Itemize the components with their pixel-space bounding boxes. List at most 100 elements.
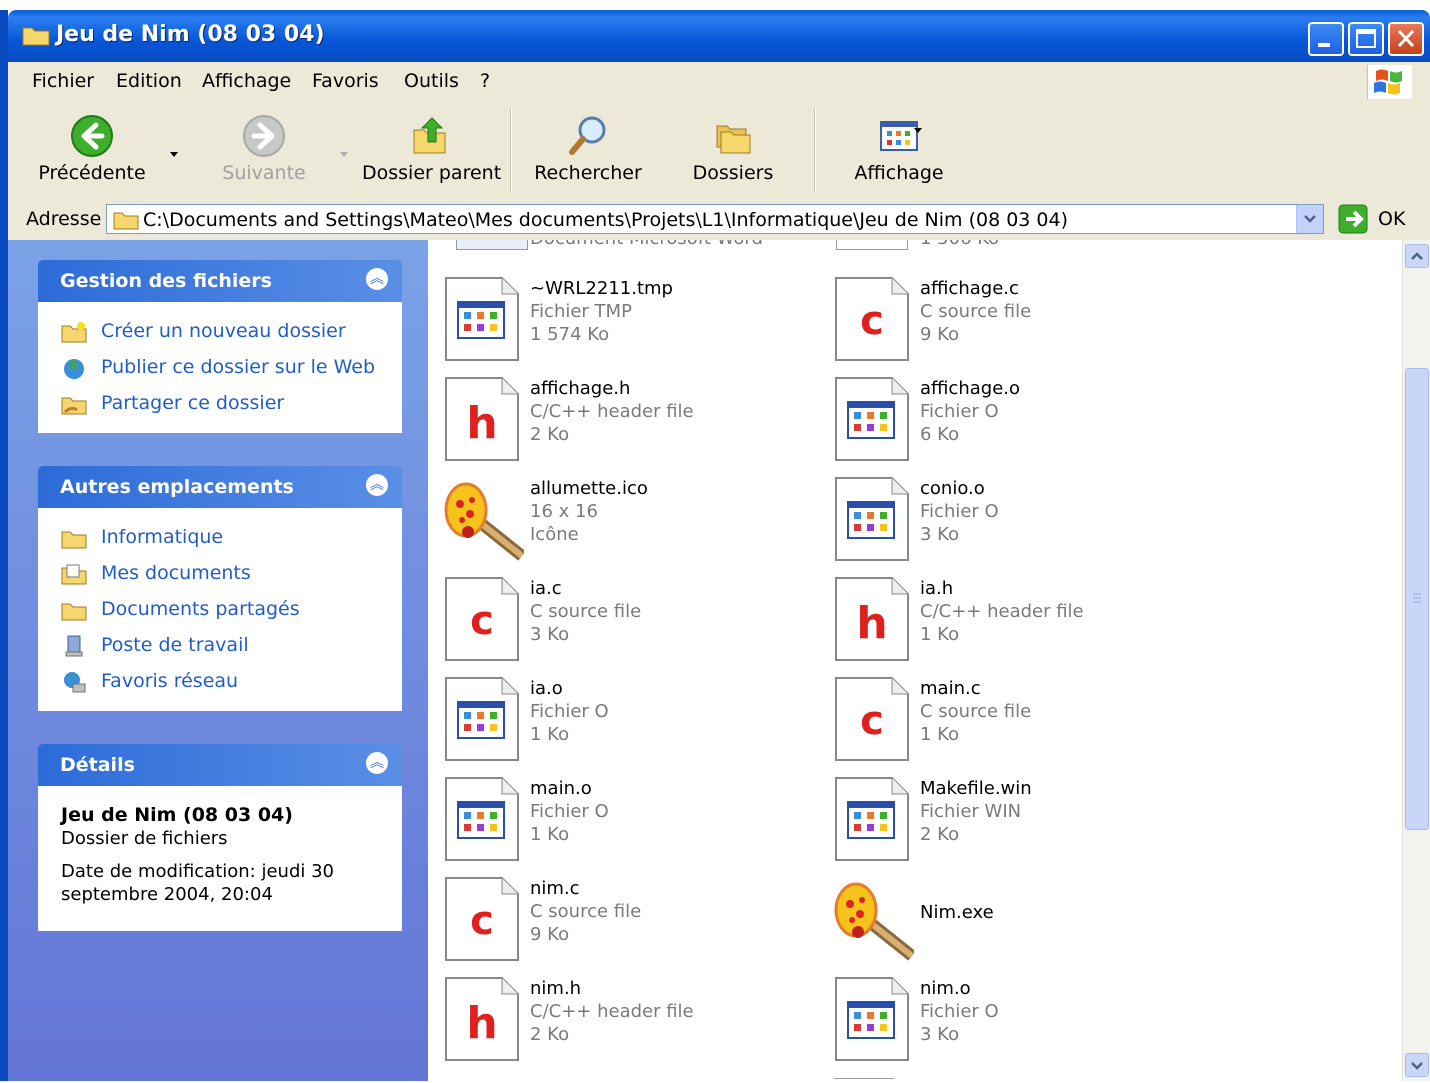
folders-button[interactable]: Dossiers	[688, 100, 778, 198]
collapse-chevron-icon[interactable]: ︽	[366, 268, 388, 290]
header-file-icon: h	[442, 976, 524, 1062]
minimize-button[interactable]	[1308, 22, 1344, 56]
file-name: ia.h	[920, 578, 954, 599]
application-file-icon	[442, 776, 524, 862]
c-source-file-icon: c	[442, 576, 524, 662]
details-panel: Détails ︽ Jeu de Nim (08 03 04) Dossier …	[38, 744, 402, 931]
file-tasks-title: Gestion des fichiers	[60, 270, 272, 292]
address-input[interactable]: C:\Documents and Settings\Mateo\Mes docu…	[106, 204, 1324, 234]
go-button[interactable]: OK	[1338, 204, 1428, 234]
network-icon	[64, 672, 86, 693]
file-tasks-panel: Gestion des fichiers ︽ Créer un nouveau …	[38, 260, 402, 433]
menu-fichier[interactable]: Fichier	[32, 70, 94, 92]
file-name: conio.o	[920, 478, 985, 499]
file-name: main.o	[530, 778, 592, 799]
vertical-scrollbar[interactable]	[1402, 240, 1430, 1081]
scroll-thumb[interactable]	[1405, 368, 1429, 830]
other-places-header[interactable]: Autres emplacements ︽	[38, 466, 402, 508]
file-item[interactable]: Makefile.win Fichier WIN 2 Ko	[818, 774, 1208, 874]
file-item[interactable]: c ia.c C source file 3 Ko	[428, 574, 818, 674]
file-size: 3 Ko	[920, 524, 960, 545]
file-type: C source file	[920, 301, 1032, 322]
close-button[interactable]	[1388, 22, 1424, 56]
back-button[interactable]: Précédente	[30, 100, 154, 198]
place-poste-de-travail[interactable]: Poste de travail	[39, 628, 401, 664]
place-label: Poste de travail	[101, 634, 249, 656]
file-name: ~WRL2211.tmp	[530, 278, 673, 299]
details-title: Détails	[60, 754, 135, 776]
place-informatique[interactable]: Informatique	[39, 520, 401, 556]
file-item[interactable]: ~WRL2211.tmp Fichier TMP 1 574 Ko	[428, 274, 818, 374]
forward-label: Suivante	[222, 162, 306, 184]
share-folder-icon	[61, 397, 87, 415]
window-border	[0, 10, 8, 1081]
chevron-down-icon	[1411, 1062, 1423, 1070]
menu-favoris[interactable]: Favoris	[312, 70, 379, 92]
details-header[interactable]: Détails ︽	[38, 744, 402, 786]
file-item[interactable]: conio.o Fichier O3 Ko	[818, 474, 1208, 574]
folders-icon	[716, 125, 751, 154]
file-item[interactable]: nim.o Fichier O3 Ko	[818, 974, 1208, 1074]
maximize-button[interactable]	[1348, 22, 1384, 56]
back-dropdown[interactable]	[168, 144, 180, 157]
file-item[interactable]: Nim.exe	[818, 874, 1208, 974]
file-item[interactable]: c nim.c C source file 9 Ko	[428, 874, 818, 974]
details-modified-line2: septembre 2004, 20:04	[61, 884, 273, 905]
application-file-icon	[832, 776, 914, 862]
forward-button[interactable]: Suivante	[204, 100, 324, 198]
collapse-chevron-icon[interactable]: ︽	[366, 752, 388, 774]
forward-dropdown[interactable]	[338, 144, 350, 157]
menu-outils[interactable]: Outils	[404, 70, 459, 92]
address-label: Adresse	[26, 208, 102, 230]
file-tasks-header[interactable]: Gestion des fichiers ︽	[38, 260, 402, 302]
new-folder-icon	[61, 322, 87, 343]
chevron-up-icon	[1411, 252, 1423, 260]
chevron-down-icon	[914, 128, 922, 133]
search-button[interactable]: Rechercher	[530, 100, 646, 198]
file-item[interactable]: c affichage.c C source file 9 Ko	[818, 274, 1208, 374]
file-item[interactable]: main.o Fichier O1 Ko	[428, 774, 818, 874]
title-bar[interactable]: Jeu de Nim (08 03 04)	[8, 10, 1430, 62]
go-label: OK	[1378, 208, 1406, 230]
menu-affichage[interactable]: Affichage	[202, 70, 291, 92]
file-item[interactable]: h nim.h C/C++ header file 2 Ko	[428, 974, 818, 1074]
place-documents-partages[interactable]: Documents partagés	[39, 592, 401, 628]
file-item[interactable]: ia.o Fichier O1 Ko	[428, 674, 818, 774]
task-share-folder[interactable]: Partager ce dossier	[39, 386, 401, 422]
file-item[interactable]: h ia.h C/C++ header file 1 Ko	[818, 574, 1208, 674]
application-file-icon	[442, 276, 524, 362]
views-button[interactable]: Affichage	[844, 100, 954, 198]
place-label: Favoris réseau	[101, 670, 239, 692]
place-favoris-reseau[interactable]: Favoris réseau	[39, 664, 401, 700]
maximize-icon	[1356, 29, 1376, 48]
scroll-up-button[interactable]	[1405, 244, 1429, 268]
file-item[interactable]: c main.c C source file 1 Ko	[818, 674, 1208, 774]
up-folder-button[interactable]: Dossier parent	[362, 100, 501, 198]
chevron-down-icon	[1304, 215, 1316, 223]
chevron-down-icon	[170, 152, 178, 157]
menu-help[interactable]: ?	[480, 70, 490, 92]
collapse-chevron-icon[interactable]: ︽	[366, 474, 388, 496]
partial-file-icon	[452, 1074, 482, 1081]
file-type: Fichier TMP	[530, 301, 632, 322]
task-new-folder[interactable]: Créer un nouveau dossier	[39, 314, 401, 350]
file-item[interactable]: allumette.ico 16 x 16 Icône	[428, 474, 818, 574]
windows-logo	[1367, 65, 1412, 99]
file-type: C/C++ header file	[920, 601, 1084, 622]
file-name: main.c	[920, 678, 981, 699]
file-item[interactable]: affichage.o Fichier O6 Ko	[818, 374, 1208, 474]
file-size: 2 Ko	[530, 424, 570, 445]
file-type: Fichier O	[920, 1001, 999, 1022]
file-name: affichage.c	[920, 278, 1019, 299]
scroll-down-button[interactable]	[1405, 1053, 1429, 1077]
address-dropdown-button[interactable]	[1296, 205, 1323, 233]
menu-edition[interactable]: Edition	[116, 70, 182, 92]
views-dropdown[interactable]	[912, 120, 924, 133]
file-item[interactable]: h affichage.h C/C++ header file 2 Ko	[428, 374, 818, 474]
task-publish-web[interactable]: Publier ce dossier sur le Web	[39, 350, 401, 386]
partial-file-size: 1 506 Ko	[920, 240, 999, 249]
c-source-file-icon: c	[832, 676, 914, 762]
document-icon	[836, 240, 908, 250]
file-type: Fichier O	[530, 801, 609, 822]
place-mes-documents[interactable]: Mes documents	[39, 556, 401, 592]
